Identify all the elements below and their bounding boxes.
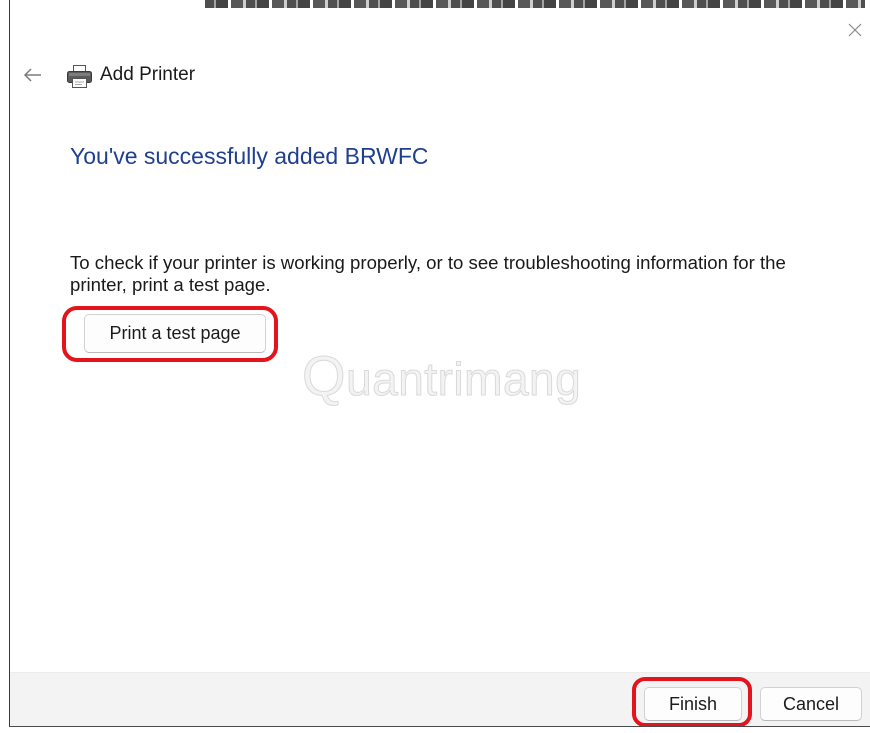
window-bottom-border — [9, 726, 870, 727]
printer-icon — [67, 65, 92, 88]
heading-container: You've successfully added BRWFC — [70, 142, 427, 172]
success-heading: You've successfully added BRWFC — [70, 143, 427, 169]
print-test-page-button[interactable]: Print a test page — [84, 314, 266, 353]
background-window-fragment — [205, 0, 865, 8]
close-icon — [848, 23, 862, 37]
test-page-message: To check if your printer is working prop… — [70, 252, 786, 295]
add-printer-dialog: Add Printer You've successfully added BR… — [10, 8, 870, 727]
dialog-footer: Finish Cancel — [10, 672, 870, 727]
back-button[interactable] — [22, 64, 44, 86]
close-button[interactable] — [845, 20, 865, 40]
cancel-button[interactable]: Cancel — [760, 687, 862, 721]
dialog-title: Add Printer — [100, 64, 196, 85]
finish-button[interactable]: Finish — [644, 687, 742, 721]
back-arrow-icon — [24, 68, 41, 82]
watermark: Quantrimang — [301, 344, 582, 407]
